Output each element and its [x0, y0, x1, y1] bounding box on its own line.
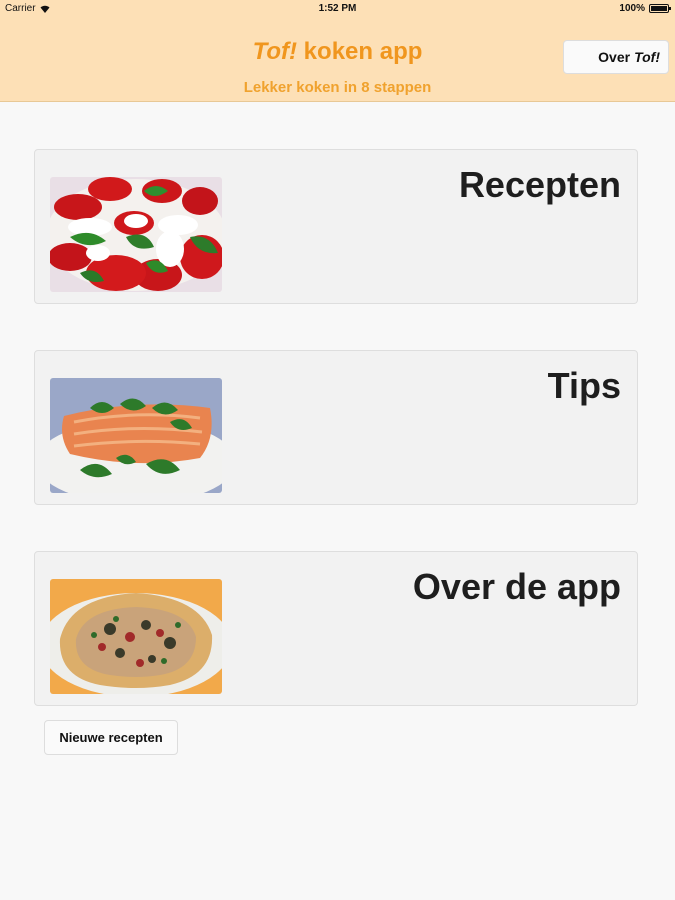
- battery-percentage: 100%: [619, 3, 645, 14]
- app-title-rest: koken app: [297, 38, 423, 65]
- new-recipes-button[interactable]: Nieuwe recepten: [44, 720, 178, 755]
- menu-card-label: Recepten: [458, 164, 621, 205]
- app-title-brand: Tof!: [252, 38, 298, 65]
- menu-card-recepten[interactable]: Recepten: [34, 149, 638, 304]
- battery-icon: [649, 4, 671, 13]
- menu-card-label: Tips: [547, 365, 621, 406]
- app-subtitle: Lekker koken in 8 stappen: [243, 79, 432, 96]
- status-time: 1:52 PM: [318, 3, 357, 14]
- quiche-image: [50, 579, 222, 694]
- salmon-dish-image: [50, 378, 222, 493]
- about-button-prefix: Over: [598, 49, 631, 65]
- about-button-brand: Tof!: [634, 49, 660, 65]
- about-tof-button[interactable]: Over Tof!: [563, 40, 669, 74]
- menu-card-label: Over de app: [412, 566, 621, 607]
- menu-card-over-de-app[interactable]: Over de app: [34, 551, 638, 706]
- caprese-salad-image: [50, 177, 222, 292]
- menu-card-tips[interactable]: Tips: [34, 350, 638, 505]
- app-header: Tof! koken app Lekker koken in 8 stappen…: [0, 18, 675, 102]
- status-bar: Carrier 1:52 PM 100%: [0, 0, 675, 18]
- battery-group: 100%: [619, 3, 671, 14]
